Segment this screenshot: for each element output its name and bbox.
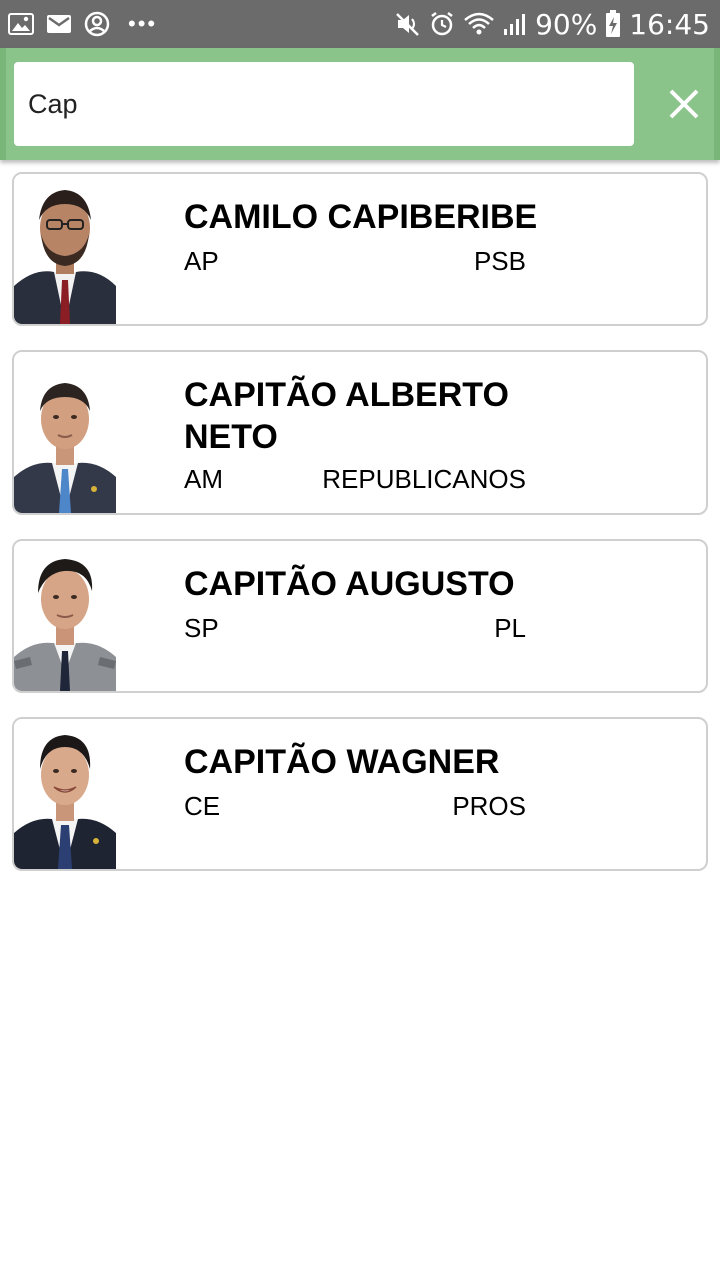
deputy-photo — [14, 541, 116, 691]
more-dots-icon: ••• — [128, 11, 158, 36]
clear-search-button[interactable] — [654, 74, 714, 134]
status-bar-left: ••• — [8, 0, 157, 48]
list-item[interactable]: CAPITÃO AUGUSTO SP PL — [12, 539, 708, 693]
deputy-state: CE — [184, 791, 221, 821]
deputy-photo — [14, 352, 116, 513]
deputy-name: CAPITÃO AUGUSTO — [184, 565, 515, 603]
search-box[interactable] — [14, 62, 634, 146]
search-input[interactable] — [28, 88, 618, 120]
search-header — [0, 48, 720, 160]
deputy-party: PROS — [452, 791, 526, 821]
account-circle-icon — [84, 11, 110, 37]
deputy-name: CAPITÃO WAGNER — [184, 743, 500, 781]
list-item[interactable]: CAPITÃO ALBERTO NETO AM REPUBLICANOS — [12, 350, 708, 515]
deputy-party: PL — [494, 613, 526, 643]
deputy-party: PSB — [473, 246, 526, 276]
clock: 16:45 — [629, 7, 710, 41]
deputy-state: AM — [184, 464, 223, 494]
mute-icon — [395, 11, 421, 37]
signal-icon — [503, 11, 527, 37]
battery-charging-icon — [605, 10, 621, 38]
deputy-name: CAMILO CAPIBERIBE — [184, 198, 538, 236]
status-bar: ••• 90% 16:45 — [0, 0, 720, 48]
deputy-name: CAPITÃO ALBERTO NETO — [184, 376, 509, 456]
battery-percentage: 90% — [535, 7, 598, 41]
deputy-state: AP — [184, 246, 219, 276]
deputy-photo — [14, 174, 116, 324]
wifi-icon — [463, 11, 495, 37]
image-icon — [8, 13, 34, 35]
list-item[interactable]: CAMILO CAPIBERIBE AP PSB — [12, 172, 708, 326]
close-icon — [669, 89, 699, 119]
deputy-state: SP — [184, 613, 219, 643]
alarm-icon — [429, 11, 455, 37]
deputy-party: REPUBLICANOS — [322, 464, 526, 494]
deputy-photo — [14, 719, 116, 869]
status-bar-right: 90% 16:45 — [395, 0, 710, 48]
list-item[interactable]: CAPITÃO WAGNER CE PROS — [12, 717, 708, 871]
gmail-icon — [46, 13, 72, 35]
